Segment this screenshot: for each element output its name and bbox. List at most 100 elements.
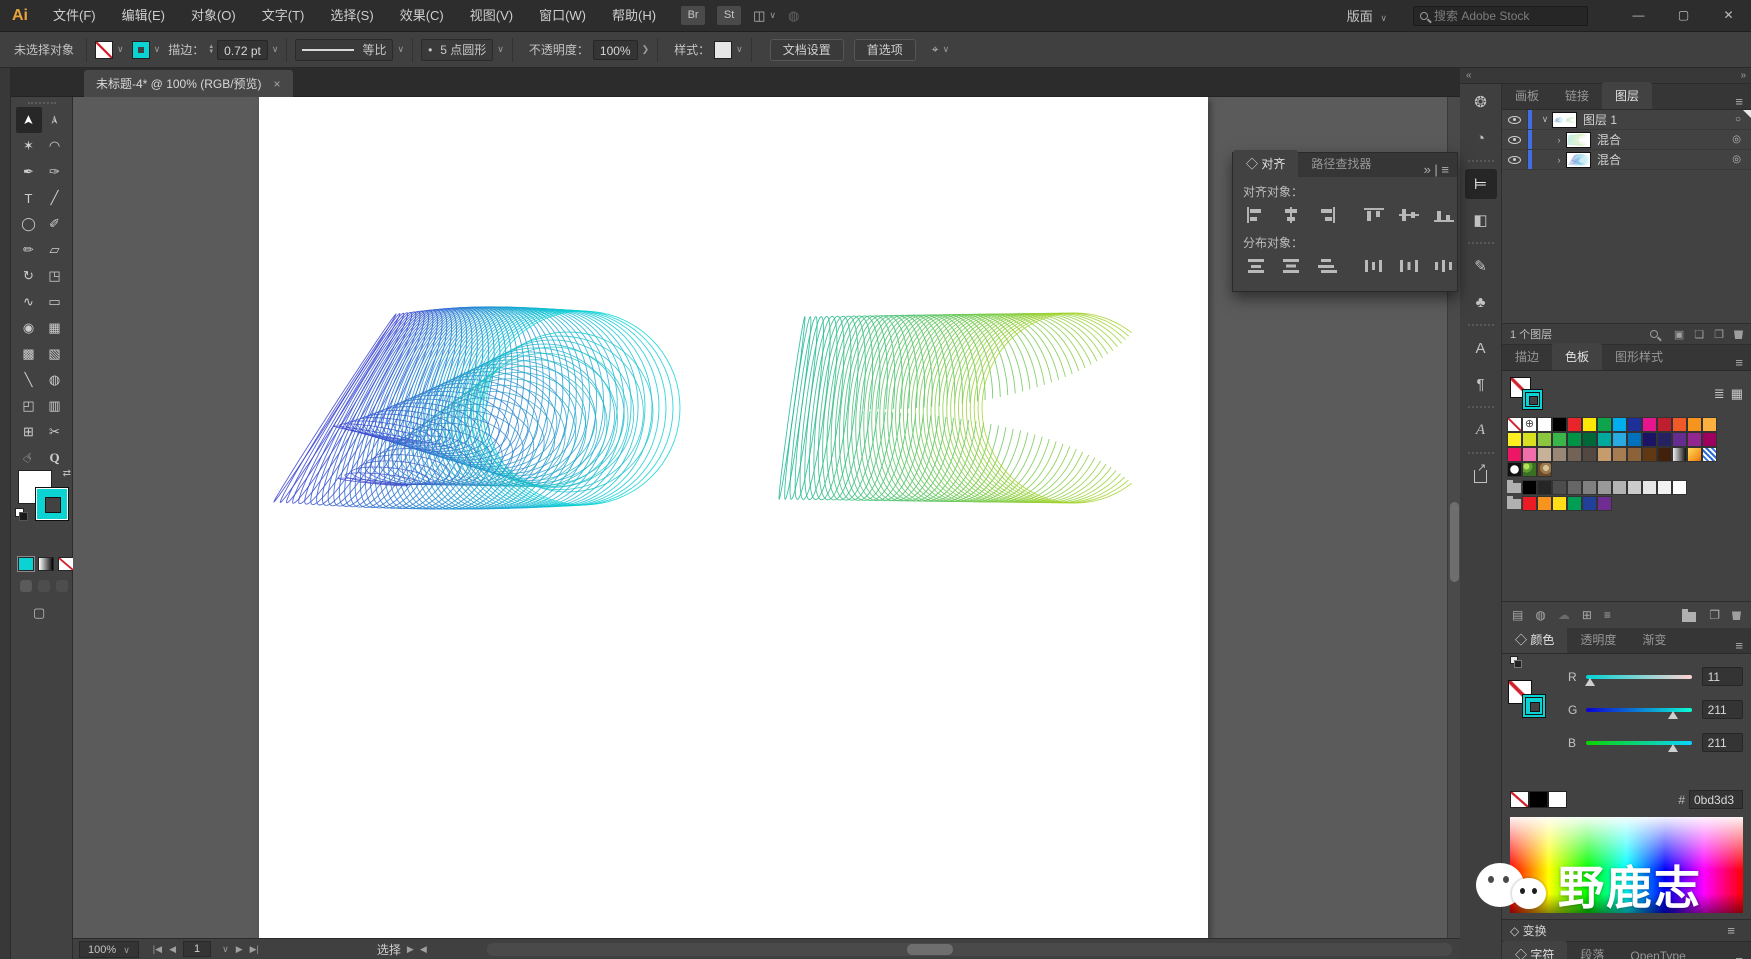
free-transform-tool[interactable]: ▭ bbox=[42, 289, 68, 315]
tab-graphic-styles[interactable]: 图形样式 bbox=[1602, 343, 1676, 370]
symbol-sprayer-tool[interactable]: ◰ bbox=[16, 393, 42, 419]
swatch[interactable] bbox=[1597, 480, 1612, 495]
layer-target-icon[interactable]: ◎ bbox=[1732, 134, 1741, 145]
status-readout[interactable]: 选择 bbox=[377, 941, 401, 958]
preferences-button[interactable]: 首选项 bbox=[853, 38, 916, 61]
tab-stroke[interactable]: 描边 bbox=[1502, 343, 1552, 370]
visibility-toggle[interactable] bbox=[1502, 110, 1528, 129]
swatch[interactable] bbox=[1552, 447, 1567, 462]
swatch-gradient-bw[interactable] bbox=[1672, 447, 1687, 462]
transform-panel-bar[interactable]: ◇ 变换 ≡ bbox=[1502, 919, 1751, 941]
close-tab-icon[interactable]: × bbox=[274, 77, 281, 91]
column-graph-tool[interactable]: ▥ bbox=[42, 393, 68, 419]
panel-menu-icon[interactable]: ≡ bbox=[1735, 355, 1751, 370]
swatch[interactable] bbox=[1597, 447, 1612, 462]
bridge-button[interactable]: Br bbox=[681, 6, 706, 25]
brushes-panel-icon[interactable]: ✎ bbox=[1465, 251, 1497, 281]
swatch[interactable] bbox=[1537, 432, 1552, 447]
opacity-input[interactable]: 100% bbox=[592, 39, 638, 60]
menu-object[interactable]: 对象(O) bbox=[178, 0, 249, 32]
locate-object-icon[interactable] bbox=[1649, 330, 1658, 338]
tab-transparency[interactable]: 透明度 bbox=[1567, 626, 1629, 653]
swatch[interactable] bbox=[1582, 496, 1597, 511]
swatch[interactable] bbox=[1567, 480, 1582, 495]
swatch-kinds-icon[interactable]: ⊞ bbox=[1582, 608, 1592, 622]
chevron-down-icon[interactable]: ∨ bbox=[397, 44, 404, 55]
toolbar-drag-handle[interactable] bbox=[27, 102, 56, 105]
zoom-level-dropdown[interactable]: 100% ∨ bbox=[79, 940, 139, 958]
chevron-down-icon[interactable]: ∨ bbox=[222, 944, 229, 955]
swatch[interactable] bbox=[1672, 432, 1687, 447]
collapse-icon[interactable]: ◇ bbox=[1510, 924, 1519, 938]
perspective-grid-tool[interactable]: ▦ bbox=[42, 315, 68, 341]
swatch[interactable] bbox=[1552, 480, 1567, 495]
layer-thumbnail[interactable] bbox=[1552, 111, 1577, 128]
menu-select[interactable]: 选择(S) bbox=[317, 0, 386, 32]
swatch[interactable] bbox=[1627, 447, 1642, 462]
swatch-none[interactable] bbox=[1507, 417, 1522, 432]
shaper-tool[interactable]: ✏ bbox=[16, 237, 42, 263]
color-group-folder-icon[interactable] bbox=[1507, 480, 1521, 493]
grid-view-icon[interactable]: ▦ bbox=[1731, 386, 1743, 402]
mesh-tool[interactable]: ▩ bbox=[16, 341, 42, 367]
hand-tool[interactable]: ☞ bbox=[16, 445, 42, 471]
chevron-down-icon[interactable]: ∨ bbox=[154, 44, 161, 55]
delete-swatch-icon[interactable] bbox=[1732, 611, 1741, 620]
g-value-input[interactable]: 211 bbox=[1701, 700, 1743, 719]
direct-selection-tool[interactable]: ➢ bbox=[42, 107, 68, 133]
stroke-weight-input[interactable]: 0.72 pt bbox=[217, 39, 268, 60]
g-slider-thumb[interactable] bbox=[1668, 710, 1679, 719]
blend-tool[interactable]: ◍ bbox=[42, 367, 68, 393]
expand-layer-icon[interactable]: › bbox=[1552, 155, 1566, 165]
color-button[interactable] bbox=[17, 556, 35, 572]
gpu-performance-icon[interactable]: ◍ bbox=[788, 8, 799, 24]
swatch[interactable] bbox=[1537, 417, 1552, 432]
list-view-icon[interactable]: ≣ bbox=[1714, 386, 1725, 402]
last-artboard-icon[interactable]: ▶| bbox=[250, 944, 259, 955]
swatch-pattern-foliage[interactable] bbox=[1522, 462, 1537, 477]
r-slider[interactable] bbox=[1585, 674, 1692, 686]
document-tab[interactable]: 未标题-4* @ 100% (RGB/预览) × bbox=[84, 70, 293, 97]
color-group-folder-icon[interactable] bbox=[1507, 496, 1521, 509]
clip-mask-icon[interactable]: ▣ bbox=[1674, 328, 1684, 341]
align-right-button[interactable] bbox=[1315, 206, 1337, 224]
swatch[interactable] bbox=[1627, 480, 1642, 495]
tab-swatches[interactable]: 色板 bbox=[1552, 343, 1603, 370]
glyphs-panel-icon[interactable]: A bbox=[1465, 415, 1497, 445]
swatch[interactable] bbox=[1642, 432, 1657, 447]
menu-file[interactable]: 文件(F) bbox=[40, 0, 109, 32]
layer-row[interactable]: › 混合 ◎ bbox=[1502, 130, 1751, 150]
first-artboard-icon[interactable]: |◀ bbox=[153, 944, 162, 955]
stroke-color-well[interactable] bbox=[35, 487, 69, 521]
export-panel-icon[interactable] bbox=[1465, 461, 1497, 491]
draw-inside-icon[interactable] bbox=[56, 580, 68, 592]
swatch[interactable] bbox=[1567, 496, 1582, 511]
swatch-registration[interactable]: ⊕ bbox=[1522, 417, 1537, 432]
swatch[interactable] bbox=[1612, 480, 1627, 495]
layer-name[interactable]: 图层 1 bbox=[1583, 111, 1617, 128]
swatch-pattern-dot[interactable] bbox=[1507, 462, 1522, 477]
swatch[interactable] bbox=[1537, 447, 1552, 462]
distribute-right-button[interactable] bbox=[1433, 257, 1455, 275]
swatch[interactable] bbox=[1597, 417, 1612, 432]
paintbrush-tool[interactable]: ✐ bbox=[42, 211, 68, 237]
b-slider-thumb[interactable] bbox=[1668, 743, 1679, 752]
panel-menu-icon[interactable]: ≡ bbox=[1727, 923, 1743, 938]
stock-search-input[interactable]: 搜索 Adobe Stock bbox=[1413, 5, 1588, 26]
swap-fill-stroke-icon[interactable] bbox=[1510, 656, 1522, 668]
swatch[interactable] bbox=[1507, 432, 1522, 447]
menu-window[interactable]: 窗口(W) bbox=[526, 0, 599, 32]
swatch[interactable] bbox=[1672, 417, 1687, 432]
r-slider-thumb[interactable] bbox=[1585, 677, 1596, 686]
chevron-down-icon[interactable]: ∨ bbox=[497, 44, 504, 55]
b-value-input[interactable]: 211 bbox=[1701, 733, 1743, 752]
selection-tool[interactable]: ➤ bbox=[15, 107, 42, 133]
tab-links[interactable]: 链接 bbox=[1552, 82, 1602, 109]
default-fill-stroke-icon[interactable] bbox=[15, 508, 29, 522]
align-left-button[interactable] bbox=[1245, 206, 1267, 224]
expand-dock-icon[interactable]: « bbox=[1466, 70, 1472, 81]
workspace-switcher[interactable]: 版面 ∨ bbox=[1347, 6, 1387, 25]
ellipse-tool[interactable]: ◯ bbox=[16, 211, 42, 237]
swatch[interactable] bbox=[1627, 417, 1642, 432]
align-bottom-button[interactable] bbox=[1433, 206, 1455, 224]
